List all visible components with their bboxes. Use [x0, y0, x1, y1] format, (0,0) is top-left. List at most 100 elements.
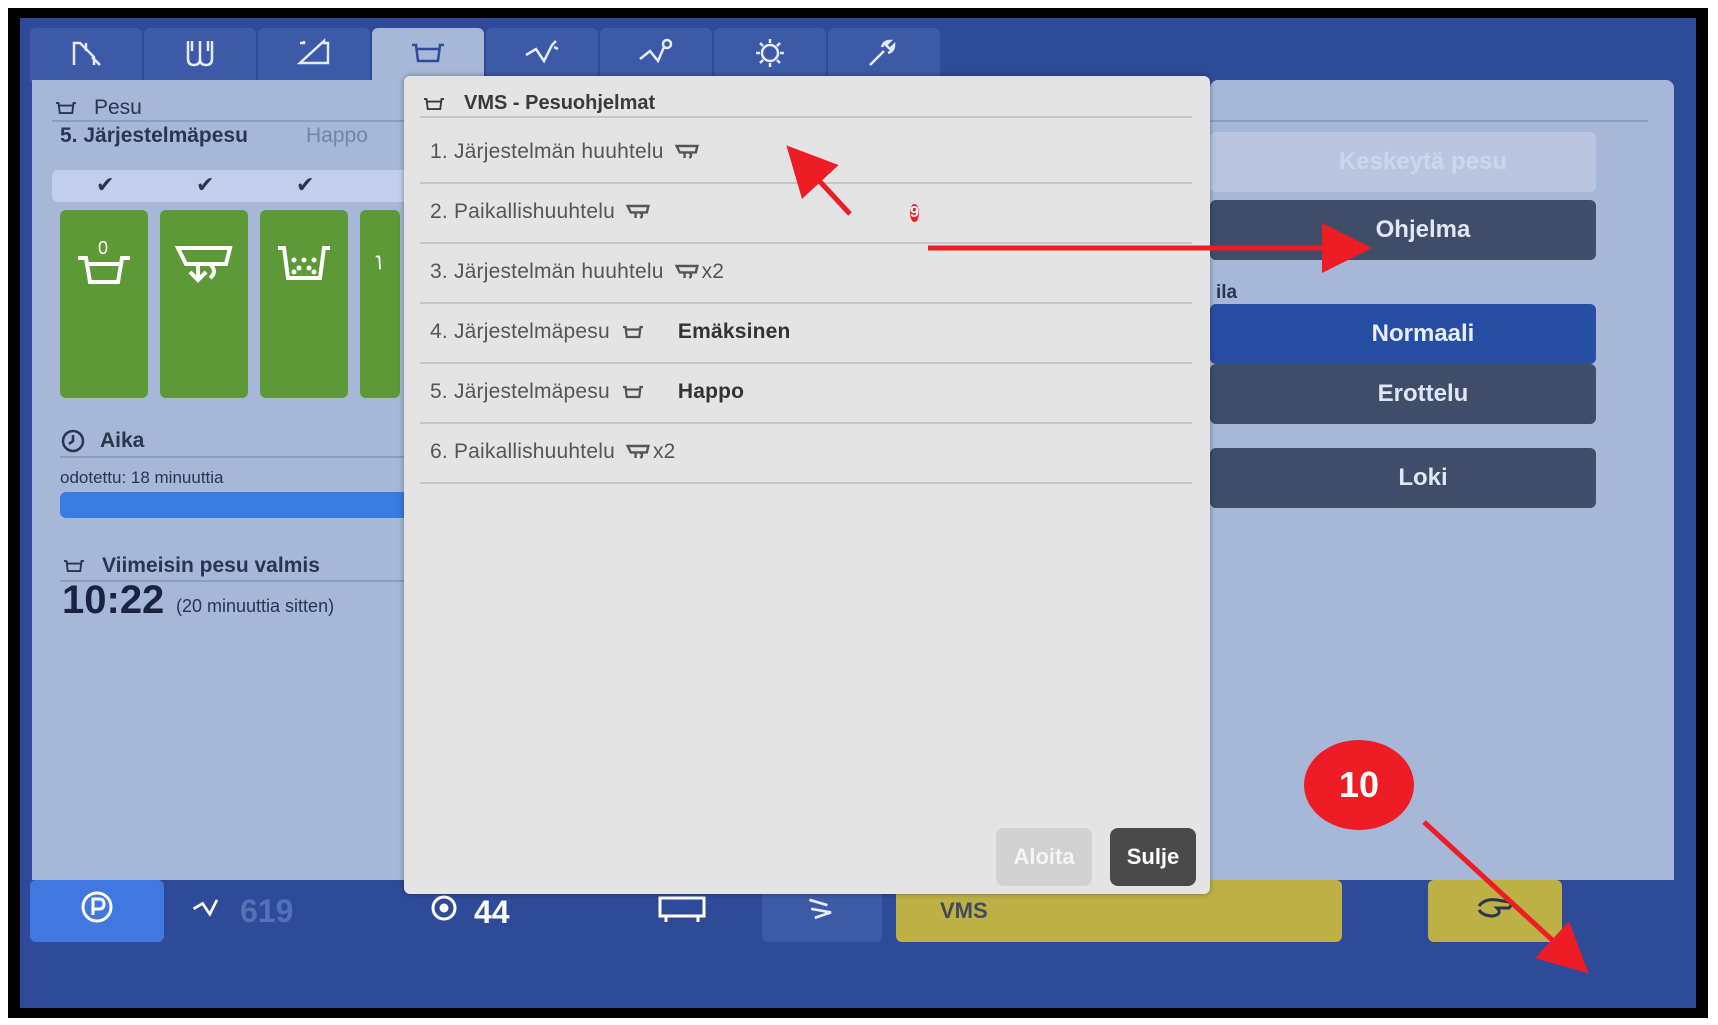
- separate-mode-button[interactable]: Erottelu: [1210, 364, 1596, 424]
- program-item-repeat: x2: [701, 260, 725, 283]
- tab-robot-arm-alt[interactable]: [600, 28, 712, 82]
- program-item-6[interactable]: 6. Paikallishuuhtelu x2: [430, 440, 676, 464]
- tab-robot-arm[interactable]: [486, 28, 598, 82]
- program-item-label: 1. Järjestelmän huuhtelu: [430, 140, 664, 163]
- rinse-icon: [625, 202, 651, 222]
- divider: [420, 116, 1192, 118]
- step-check: ✔: [196, 172, 215, 197]
- step-tile: [260, 210, 348, 398]
- box-icon: [656, 892, 708, 934]
- partial-step-icon: [374, 238, 400, 398]
- current-program: 5. Järjestelmäpesu: [60, 124, 248, 147]
- wash-program-dialog: VMS - Pesuohjelmat 1. Järjestelmän huuht…: [404, 76, 1210, 894]
- divider: [420, 422, 1192, 424]
- step-check-strip: ✔ ✔ ✔: [52, 170, 452, 202]
- step-check: ✔: [96, 172, 115, 197]
- time-title: Aika: [100, 429, 145, 452]
- hand-button[interactable]: [1428, 880, 1562, 942]
- vms-screen: Pesu 5. Järjestelmäpesu Happo ✔ ✔ ✔ 0 Ai…: [20, 18, 1696, 1008]
- parking-button[interactable]: [30, 880, 164, 942]
- last-wash-ago: (20 minuuttia sitten): [176, 596, 335, 616]
- close-button[interactable]: Sulje: [1110, 828, 1196, 886]
- step-tile: [160, 210, 248, 398]
- wash-tub-icon: [620, 382, 646, 402]
- callout-9: 9: [910, 204, 919, 222]
- tab-service[interactable]: [828, 28, 940, 82]
- program-button[interactable]: Ohjelma: [1210, 200, 1596, 260]
- rotation-icon: [428, 892, 460, 932]
- svg-text:0: 0: [98, 238, 108, 258]
- wash-tub-icon: [620, 322, 646, 342]
- last-wash-header: Viimeisin pesu valmis: [60, 554, 320, 578]
- robot-arm-icon: [190, 892, 226, 930]
- program-item-label: 3. Järjestelmän huuhtelu: [430, 260, 664, 283]
- current-program-type: Happo: [306, 124, 368, 147]
- robot-arm-icon: [522, 37, 562, 74]
- start-button[interactable]: Aloita: [996, 828, 1092, 886]
- cow-icon: [66, 37, 106, 74]
- program-item-4[interactable]: 4. Järjestelmäpesu Emäksinen: [430, 320, 791, 344]
- wash-section-title: Pesu: [94, 96, 142, 119]
- dialog-title-text: VMS - Pesuohjelmat: [464, 92, 656, 114]
- box-icon: [294, 37, 334, 74]
- program-item-type: Emäksinen: [677, 320, 791, 343]
- last-wash-time: 10:22: [62, 578, 165, 622]
- gear-icon: [750, 37, 790, 74]
- tab-teats[interactable]: [144, 28, 256, 82]
- wash-section-header: Pesu: [52, 96, 142, 120]
- rinse-icon: [674, 142, 700, 162]
- stop-wash-button[interactable]: Keskeytä pesu: [1210, 132, 1596, 192]
- cycle-counter-value: 44: [474, 893, 510, 930]
- mode-label: ila: [1216, 282, 1238, 303]
- teats-icon: [180, 37, 220, 74]
- wash-status-panel: Pesu 5. Järjestelmäpesu Happo ✔ ✔ ✔ 0 Ai…: [32, 80, 458, 960]
- tab-cow[interactable]: [30, 28, 142, 82]
- vms-label: VMS: [940, 898, 988, 923]
- wash-tub-icon: [408, 37, 448, 74]
- clock-icon: [60, 428, 86, 454]
- robot-counter-value: 619: [240, 892, 294, 929]
- dialog-title: VMS - Pesuohjelmat: [420, 92, 655, 115]
- wash-dots-icon: [274, 238, 334, 398]
- program-item-1[interactable]: 1. Järjestelmän huuhtelu: [430, 140, 700, 164]
- divider: [420, 362, 1192, 364]
- program-item-5[interactable]: 5. Järjestelmäpesu Happo: [430, 380, 744, 404]
- cycle-counter: 44: [428, 892, 510, 932]
- robot-counter: 619: [190, 892, 293, 930]
- program-item-type: Happo: [677, 380, 745, 403]
- expected-duration: odotettu: 18 minuuttia: [60, 468, 224, 487]
- program-item-3[interactable]: 3. Järjestelmän huuhtelu x2: [430, 260, 724, 284]
- robot-arm-alt-icon: [804, 891, 840, 931]
- step-tile: [360, 210, 400, 398]
- program-item-label: 2. Paikallishuuhtelu: [430, 200, 615, 223]
- divider: [420, 302, 1192, 304]
- program-item-label: 4. Järjestelmäpesu: [430, 320, 610, 343]
- divider: [420, 482, 1192, 484]
- time-section-header: Aika: [60, 428, 144, 454]
- log-button[interactable]: Loki: [1210, 448, 1596, 508]
- divider: [1210, 120, 1648, 122]
- parking-icon: [80, 890, 114, 932]
- divider: [420, 242, 1192, 244]
- tab-wash[interactable]: [372, 28, 484, 82]
- tab-settings[interactable]: [714, 28, 826, 82]
- tub-zero-icon: 0: [74, 238, 134, 398]
- screenshot-frame: Pesu 5. Järjestelmäpesu Happo ✔ ✔ ✔ 0 Ai…: [8, 8, 1708, 1018]
- wash-progress-bar: [60, 492, 420, 518]
- program-item-label: 6. Paikallishuuhtelu: [430, 440, 615, 463]
- program-item-repeat: x2: [652, 440, 676, 463]
- step-check: ✔: [296, 172, 315, 197]
- robot-arm-alt-icon: [636, 37, 676, 74]
- divider: [420, 182, 1192, 184]
- program-item-label: 5. Järjestelmäpesu: [430, 380, 610, 403]
- callout-10: 10: [1304, 740, 1414, 830]
- hand-icon: [1475, 892, 1515, 930]
- wrench-icon: [864, 37, 904, 74]
- wash-tub-icon: [52, 98, 80, 118]
- box-indicator: [656, 892, 708, 934]
- rinse-icon: [674, 262, 700, 282]
- normal-mode-button[interactable]: Normaali: [1210, 304, 1596, 364]
- rinse-icon: [174, 238, 234, 398]
- tab-box[interactable]: [258, 28, 370, 82]
- program-item-2[interactable]: 2. Paikallishuuhtelu: [430, 200, 651, 224]
